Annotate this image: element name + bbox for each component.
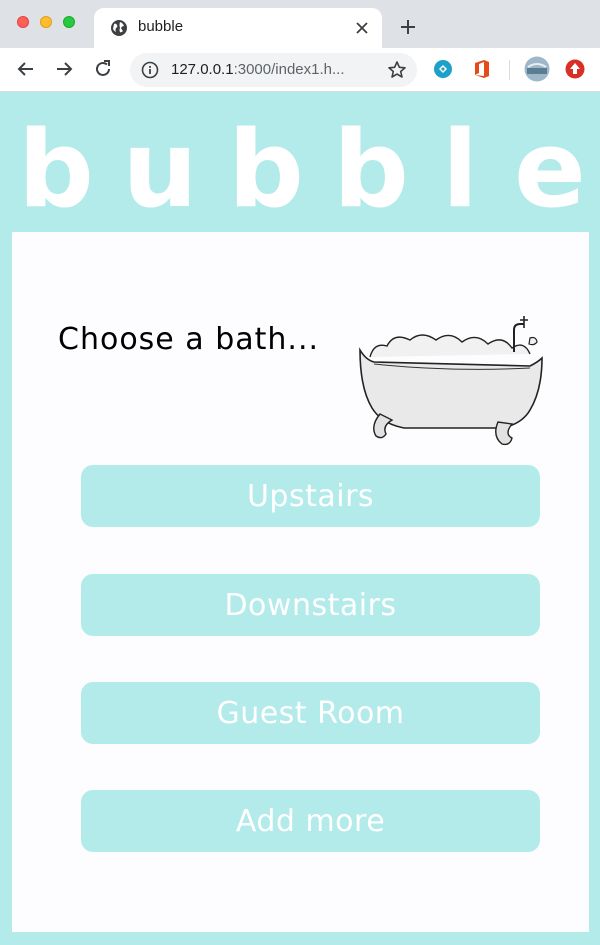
avatar[interactable] [524,56,550,82]
room-button-upstairs[interactable]: Upstairs [81,465,540,527]
window-zoom-button[interactable] [63,16,75,28]
page-viewport: b u b b l e Choose a bath... Upstairs Do… [0,92,600,945]
page-heading: Choose a bath... [58,322,320,357]
close-icon[interactable] [352,18,372,38]
address-bar[interactable]: 127.0.0.1:3000/index1.h... [130,53,417,87]
extension-icon[interactable] [432,58,454,80]
globe-icon [111,20,127,36]
browser-tab[interactable]: bubble [94,8,382,48]
reload-icon[interactable] [92,58,114,80]
logo-letter: l [442,108,478,226]
room-button-guest-room[interactable]: Guest Room [81,682,540,744]
forward-arrow-icon[interactable] [53,58,75,80]
star-icon[interactable] [387,60,407,80]
info-icon[interactable] [141,61,159,79]
logo-letter: u [122,108,197,226]
office-icon[interactable] [471,58,493,80]
toolbar-separator [509,60,510,80]
room-button-downstairs[interactable]: Downstairs [81,574,540,636]
content-card: Choose a bath... Upstairs Downstairs Gue… [12,232,589,932]
bathtub-illustration [359,316,543,446]
bubble-logo: b u b b l e [18,108,586,226]
back-arrow-icon[interactable] [15,58,37,80]
logo-letter: e [514,108,586,226]
logo-letter: b [333,108,409,226]
browser-tab-strip: bubble [0,0,600,48]
logo-letter: b [228,108,304,226]
add-more-button[interactable]: Add more [81,790,540,852]
url-text: 127.0.0.1:3000/index1.h... [171,61,345,78]
window-close-button[interactable] [17,16,29,28]
plus-icon[interactable] [397,16,419,38]
browser-toolbar: 127.0.0.1:3000/index1.h... [0,48,600,92]
logo-letter: b [18,108,94,226]
upload-arrow-icon[interactable] [564,58,586,80]
tab-title: bubble [138,18,184,35]
window-minimize-button[interactable] [40,16,52,28]
